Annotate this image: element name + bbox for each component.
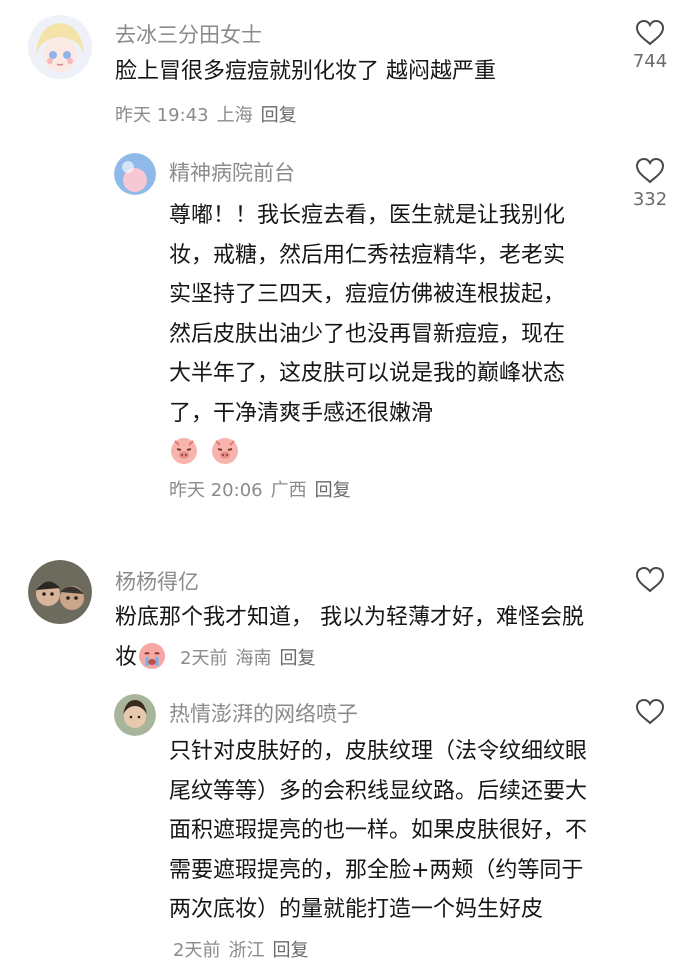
comment: 杨杨得亿 粉底那个我才知道， 我以为轻薄才好，难怪会脱妆 2天前 海南 回复	[0, 550, 690, 680]
avatar[interactable]	[114, 153, 156, 195]
comment-username[interactable]: 热情澎湃的网络喷子	[169, 698, 358, 728]
comment-username[interactable]: 去冰三分田女士	[115, 19, 262, 49]
comment-text: 只针对皮肤好的，皮肤纹理（法令纹细纹眼尾纹等等）多的会积线显纹路。后续还要大面积…	[169, 732, 591, 970]
comment-username[interactable]: 杨杨得亿	[115, 566, 199, 596]
like-count: 332	[632, 189, 668, 210]
comment-text: 粉底那个我才知道， 我以为轻薄才好，难怪会脱妆 2天前 海南 回复	[115, 598, 590, 683]
comment-text-content: 脸上冒很多痘痘就别化妆了 越闷越严重	[115, 59, 496, 84]
comment-time: 2天前	[180, 647, 228, 669]
like-button[interactable]	[620, 566, 680, 598]
reply-button[interactable]: 回复	[272, 940, 308, 961]
crying-emoji	[137, 640, 167, 684]
avatar[interactable]	[28, 15, 92, 79]
comment-text: 脸上冒很多痘痘就别化妆了 越闷越严重	[115, 52, 585, 92]
like-count: 744	[632, 51, 668, 72]
comment: 去冰三分田女士 脸上冒很多痘痘就别化妆了 越闷越严重 昨天 19:43 上海 回复 …	[0, 0, 690, 140]
comment-username[interactable]: 精神病院前台	[169, 157, 295, 187]
comment-meta: 昨天 19:43 上海 回复	[115, 101, 297, 127]
shy-pig-emoji	[210, 435, 240, 479]
comment-location: 浙江	[228, 939, 265, 961]
avatar[interactable]	[114, 694, 156, 736]
comment-text-content: 尊嘟！！我长痘去看，医生就是让我别化妆，戒糖，然后用仁秀祛痘精华，老老实实坚持了…	[169, 203, 566, 426]
comment-location: 上海	[216, 105, 253, 126]
comment-location: 海南	[235, 647, 272, 669]
comment-location: 广西	[270, 480, 307, 501]
comment-text: 尊嘟！！我长痘去看，医生就是让我别化妆，戒糖，然后用仁秀祛痘精华，老老实实坚持了…	[169, 196, 586, 479]
avatar[interactable]	[28, 560, 92, 624]
comment-time: 昨天 20:06	[169, 480, 263, 501]
like-button[interactable]	[620, 698, 680, 730]
comment-time: 昨天 19:43	[115, 105, 209, 126]
like-button[interactable]: 332	[620, 157, 680, 210]
reply-button[interactable]: 回复	[261, 105, 297, 126]
reply-comment: 精神病院前台 尊嘟！！我长痘去看，医生就是让我别化妆，戒糖，然后用仁秀祛痘精华，…	[0, 140, 690, 520]
reply-button[interactable]: 回复	[279, 648, 315, 669]
reply-comment: 热情澎湃的网络喷子 只针对皮肤好的，皮肤纹理（法令纹细纹眼尾纹等等）多的会积线显…	[0, 684, 690, 963]
heart-icon	[635, 157, 665, 184]
comment-text-content: 只针对皮肤好的，皮肤纹理（法令纹细纹眼尾纹等等）多的会积线显纹路。后续还要大面积…	[169, 739, 588, 922]
heart-icon	[635, 698, 665, 725]
heart-icon	[635, 19, 665, 46]
shy-pig-emoji	[169, 435, 199, 479]
heart-icon	[635, 566, 665, 593]
comment-time: 2天前	[173, 939, 221, 961]
comment-meta: 昨天 20:06 广西 回复	[169, 476, 351, 502]
reply-button[interactable]: 回复	[315, 480, 351, 501]
like-button[interactable]: 744	[620, 19, 680, 72]
